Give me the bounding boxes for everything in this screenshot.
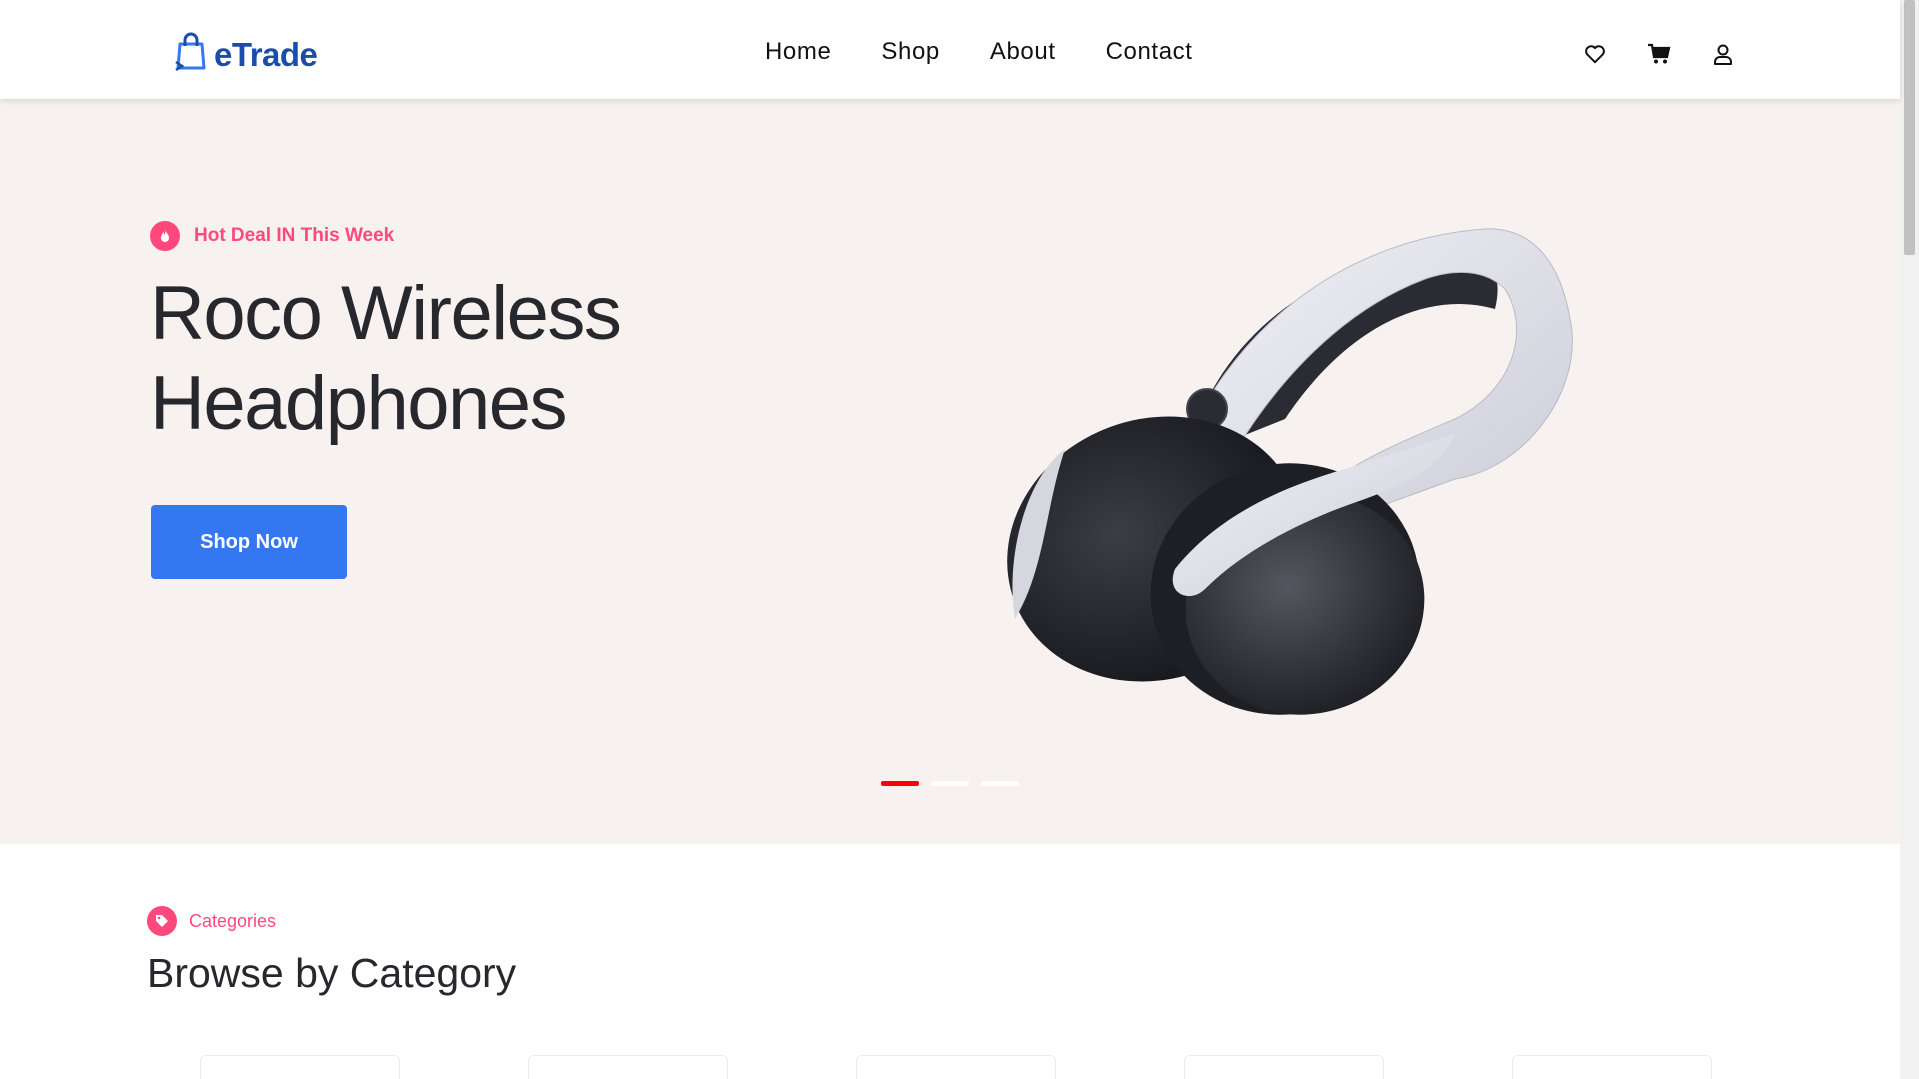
slider-dot-1[interactable] — [881, 781, 919, 786]
hero-title: Roco Wireless Headphones — [150, 271, 622, 446]
categories-label-text: Categories — [189, 910, 277, 931]
fire-icon — [150, 221, 180, 251]
categories-label: Categories — [147, 906, 276, 936]
shop-now-button[interactable]: Shop Now — [151, 505, 347, 579]
header-actions — [1582, 41, 1736, 67]
tag-icon — [147, 906, 177, 936]
category-card[interactable] — [1512, 1055, 1712, 1079]
section-title: Browse by Category — [147, 950, 517, 996]
slider-dots — [881, 781, 1019, 786]
hot-deal-label: Hot Deal IN This Week — [150, 221, 394, 251]
slider-dot-3[interactable] — [981, 781, 1019, 786]
category-card[interactable] — [200, 1055, 400, 1079]
user-icon[interactable] — [1710, 41, 1736, 67]
heart-icon[interactable] — [1582, 41, 1608, 67]
nav-contact[interactable]: Contact — [1106, 38, 1193, 66]
category-list — [200, 1055, 1712, 1079]
nav-home[interactable]: Home — [765, 38, 831, 66]
shopping-bag-icon — [174, 32, 208, 77]
main-nav: Home Shop About Contact — [765, 38, 1193, 66]
logo[interactable]: eTrade — [174, 32, 318, 77]
category-card[interactable] — [1184, 1055, 1384, 1079]
headphones-image — [985, 219, 1625, 719]
site-header: eTrade Home Shop About Contact — [0, 0, 1900, 99]
deal-text: Hot Deal IN This Week — [194, 225, 395, 246]
logo-text: eTrade — [214, 35, 318, 73]
hero-banner: Hot Deal IN This Week Roco Wireless Head… — [0, 99, 1900, 844]
nav-about[interactable]: About — [990, 38, 1056, 66]
category-card[interactable] — [856, 1055, 1056, 1079]
nav-shop[interactable]: Shop — [881, 38, 939, 66]
category-card[interactable] — [528, 1055, 728, 1079]
scrollbar-thumb[interactable] — [1904, 0, 1915, 255]
slider-dot-2[interactable] — [931, 781, 969, 786]
cart-icon[interactable] — [1646, 41, 1672, 67]
